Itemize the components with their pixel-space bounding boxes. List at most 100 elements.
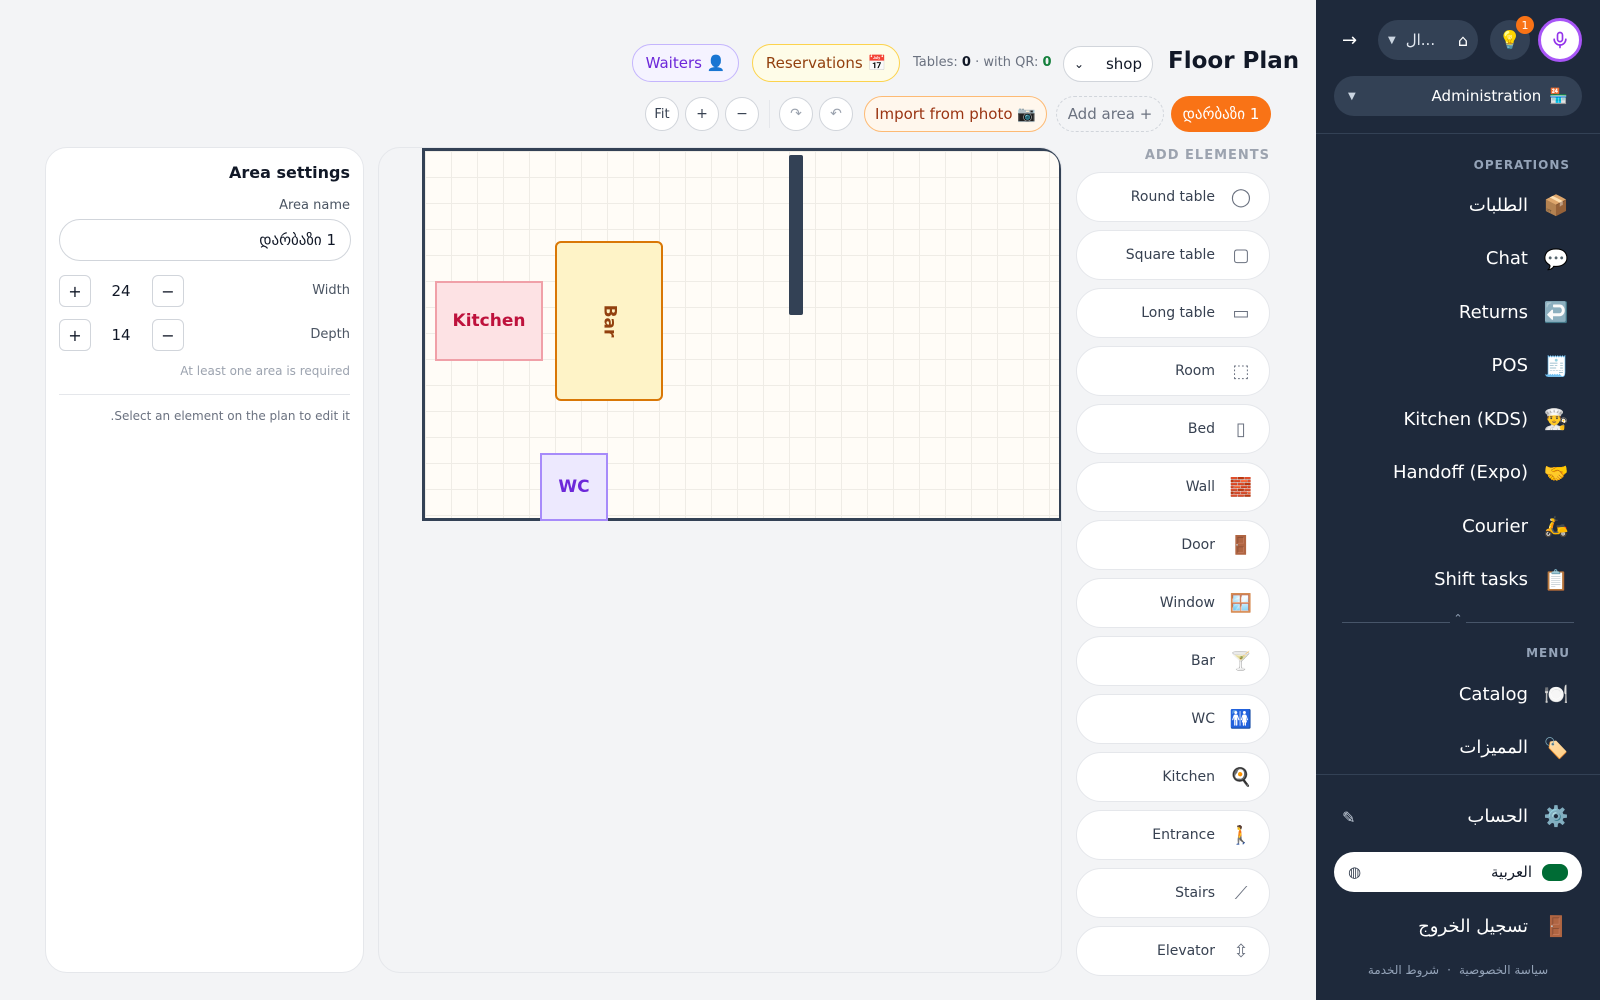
sidebar-item-op-4[interactable]: Kitchen (KDS) 👨‍🍳 [1403,407,1570,431]
sidebar-item-label: الحساب [1467,805,1528,827]
collapse-sidebar-button[interactable]: → [1342,30,1357,51]
kitchen-icon: 🍳 [1229,766,1253,788]
long-table-icon: ▭ [1232,302,1250,324]
wc-icon: 🚻 [1229,708,1253,730]
add-door-button[interactable]: Door 🚪 [1076,520,1270,570]
sidebar-item-label: Handoff (Expo) [1392,462,1528,483]
width-plus-button[interactable]: + [59,275,91,307]
language-selector[interactable]: ◍ العربية [1334,852,1582,892]
microphone-icon [1553,31,1567,49]
required-note: At least one area is required [180,364,350,378]
waiters-button[interactable]: Waiters 👤 [632,44,739,82]
sidebar-item-op-5[interactable]: Handoff (Expo) 🤝 [1393,461,1570,485]
element-label: Wall [1185,479,1215,495]
add-window-button[interactable]: Window 🪟 [1076,578,1270,628]
store-selector[interactable]: ▼ ال... ⌂ [1378,20,1478,60]
ideas-button[interactable]: 💡 1 [1490,16,1534,60]
kitchen-element[interactable]: Kitchen [435,281,543,361]
element-label: WC [1191,711,1215,727]
sidebar-item-label: Chat [1485,248,1528,269]
element-label: Stairs [1175,885,1215,901]
add-area-button[interactable]: Add area + [1056,96,1164,132]
chevron-up-icon[interactable]: ⌃ [1450,612,1466,625]
add-elevator-button[interactable]: Elevator ⇳ [1076,926,1270,976]
sidebar-item-op-6[interactable]: Courier 🛵 [1462,514,1570,538]
wall-icon: 🧱 [1229,476,1253,498]
depth-minus-button[interactable]: − [152,319,184,351]
privacy-link[interactable]: سياسة الخصوصية [1459,963,1548,977]
tables-counter: Tables: 0 · with QR: 0 [913,55,1052,70]
reservations-button[interactable]: Reservations 📅 [752,44,900,82]
element-label: Door [1181,537,1215,553]
add-stairs-button[interactable]: Stairs ⟋ [1076,868,1270,918]
sidebar-item-op-3[interactable]: POS 🧾 [1492,354,1570,378]
sidebar-item-icon: 📋 [1543,567,1569,592]
add-elements-heading: ADD ELEMENTS [1144,148,1270,163]
sidebar-item-menu-0[interactable]: Catalog 🍽️ [1459,682,1570,706]
entrance-icon: 🚶 [1229,824,1253,846]
area-name-label: Area name [279,198,350,213]
terms-link[interactable]: شروط الخدمة [1368,963,1439,977]
sidebar-item-op-2[interactable]: Returns ↩️ [1459,300,1570,324]
sidebar-item-account[interactable]: الحساب ⚙️ [1467,804,1570,828]
zoom-out-button[interactable]: − [725,97,759,131]
store-selector-value: ال... [1405,31,1436,49]
logout-button[interactable]: تسجيل الخروج 🚪 [1418,914,1570,938]
width-value[interactable]: 24 [101,275,141,307]
add-bed-button[interactable]: Bed ▯ [1076,404,1270,454]
add-square-table-button[interactable]: Square table ▢ [1076,230,1270,280]
floor-area[interactable]: Kitchen Bar WC [422,148,1061,521]
zoom-in-button[interactable]: + [685,97,719,131]
sidebar-item-label: POS [1491,355,1528,376]
add-long-table-button[interactable]: Long table ▭ [1076,288,1270,338]
wc-element[interactable]: WC [540,453,608,521]
footer-links: شروط الخدمة · سياسة الخصوصية [1316,963,1600,977]
redo-button[interactable]: ↷ [779,97,813,131]
area-settings-title: Area settings [228,163,350,182]
qr-count: 0 [1042,55,1052,70]
role-selector[interactable]: ▼ Administration 🏪 [1334,76,1582,116]
window-icon: 🪟 [1229,592,1253,614]
globe-icon: ◍ [1348,863,1362,881]
toolbar-divider [769,100,770,128]
sidebar-item-label: تسجيل الخروج [1418,915,1528,937]
width-label: Width [312,283,350,298]
bar-element[interactable]: Bar [555,241,663,401]
sidebar-item-label: Kitchen (KDS) [1403,408,1528,430]
add-room-button[interactable]: Room ⬚ [1076,346,1270,396]
add-round-table-button[interactable]: Round table ◯ [1076,172,1270,222]
sidebar-item-op-7[interactable]: Shift tasks 📋 [1434,568,1570,592]
pencil-icon[interactable]: ✎ [1342,808,1355,827]
area-tab[interactable]: დარბაზი 1 [1171,96,1271,132]
element-label: Long table [1141,305,1215,321]
plan-canvas[interactable]: Kitchen Bar WC [378,147,1062,973]
undo-button[interactable]: ↶ [819,97,853,131]
notification-badge: 1 [1516,16,1534,34]
add-wall-button[interactable]: Wall 🧱 [1076,462,1270,512]
depth-value[interactable]: 14 [101,319,141,351]
element-label: Entrance [1152,827,1215,843]
shop-icon: 🏪 [1549,87,1568,105]
sidebar-item-op-1[interactable]: Chat 💬 [1486,247,1570,271]
add-entrance-button[interactable]: Entrance 🚶 [1076,810,1270,860]
fit-button[interactable]: Fit [645,97,679,131]
shop-select[interactable]: ⌄ shop [1063,46,1153,82]
element-label: Round table [1130,189,1215,205]
wall-element[interactable] [789,155,803,315]
sidebar-item-label: الطلبات [1468,194,1528,216]
import-photo-button[interactable]: Import from photo 📷 [864,96,1047,132]
depth-plus-button[interactable]: + [59,319,91,351]
width-minus-button[interactable]: − [152,275,184,307]
sidebar-item-op-0[interactable]: الطلبات 📦 [1469,193,1570,217]
add-kitchen-button[interactable]: Kitchen 🍳 [1076,752,1270,802]
voice-button[interactable] [1538,18,1582,62]
saudi-flag-icon [1542,863,1568,881]
shop-select-value: shop [1105,55,1142,73]
sidebar-item-menu-1[interactable]: المميزات 🏷️ [1459,736,1570,760]
chevron-down-icon: ⌄ [1074,57,1085,71]
add-bar-button[interactable]: Bar 🍸 [1076,636,1270,686]
area-name-input[interactable]: დარბაზი 1 [59,219,351,261]
bar-element-label: Bar [598,304,619,338]
add-wc-button[interactable]: WC 🚻 [1076,694,1270,744]
sidebar-item-icon: 👨‍🍳 [1543,407,1569,431]
